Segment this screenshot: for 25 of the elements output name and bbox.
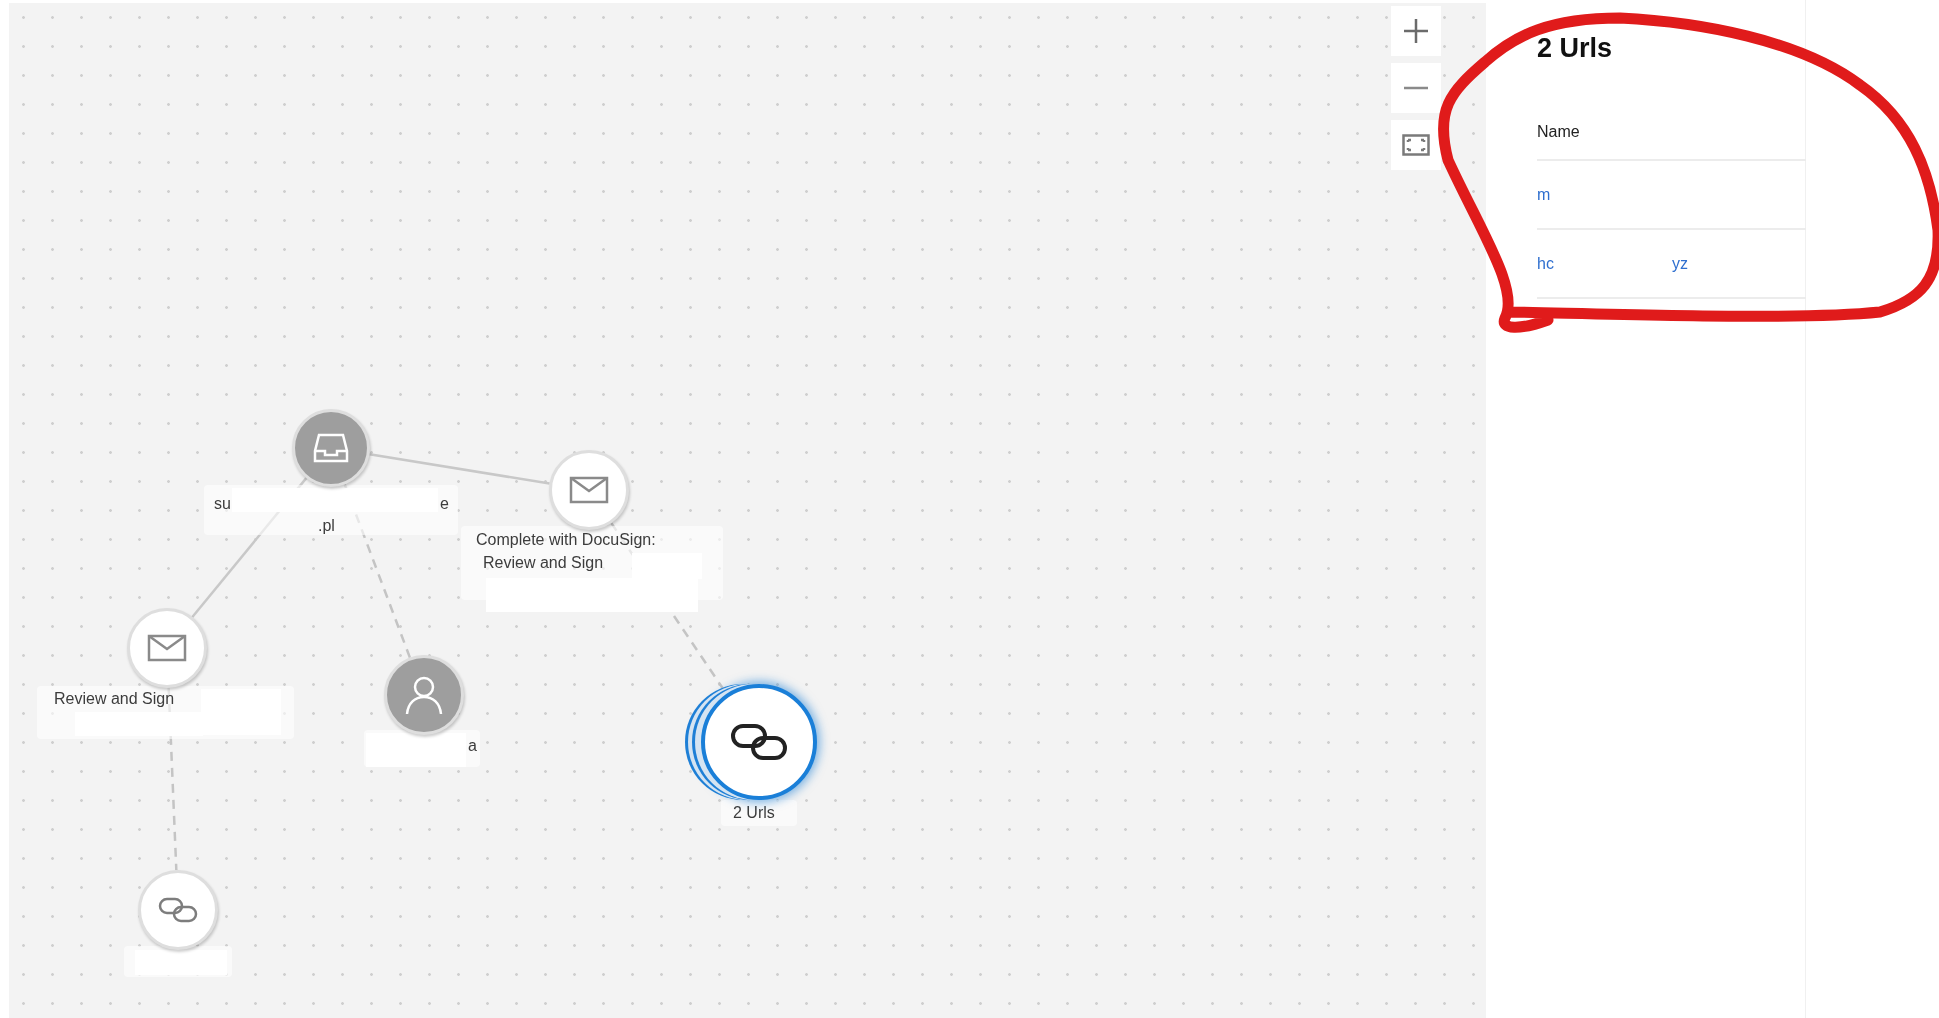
plus-icon	[1403, 18, 1429, 44]
link-icon	[730, 722, 788, 762]
url-link[interactable]: yz	[1671, 251, 1688, 276]
envelope-icon	[569, 476, 609, 504]
zoom-in-button[interactable]	[1391, 6, 1441, 56]
node-label: .pl	[318, 516, 335, 536]
node-label: 2 Urls	[733, 803, 775, 823]
node-label: Complete with DocuSign:	[476, 530, 656, 550]
minus-icon	[1403, 86, 1429, 90]
node-label: su	[214, 494, 231, 514]
node-label: Review and Sign	[54, 689, 175, 709]
inbox-icon	[313, 432, 349, 464]
node-label: Review and Sign	[483, 553, 604, 573]
url-link[interactable]: hc	[1537, 251, 1554, 276]
link-icon	[158, 896, 198, 924]
envelope-icon	[147, 634, 187, 662]
zoom-out-button[interactable]	[1391, 63, 1441, 113]
person-icon	[405, 675, 443, 715]
node-label: e	[440, 494, 449, 514]
panel-title: 2 Urls	[1537, 32, 1613, 65]
node-label: a	[468, 736, 477, 756]
column-header: Name	[1537, 121, 1580, 142]
url-link[interactable]: m	[1537, 182, 1551, 207]
fit-screen-icon	[1402, 134, 1430, 156]
fit-view-button[interactable]	[1391, 120, 1441, 170]
